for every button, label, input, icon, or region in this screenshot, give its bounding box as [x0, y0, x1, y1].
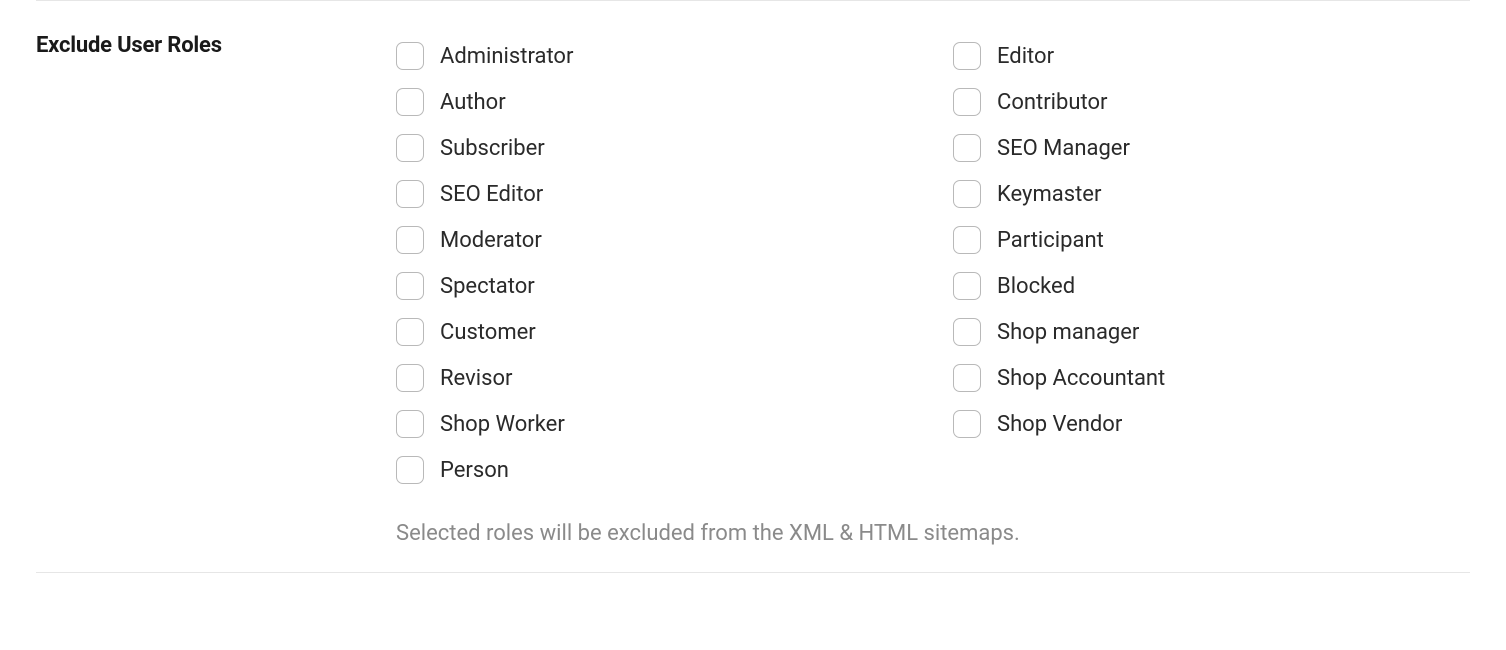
role-item-blocked[interactable]: Blocked [953, 263, 1470, 309]
role-item-shop-worker[interactable]: Shop Worker [396, 401, 913, 447]
role-item-editor[interactable]: Editor [953, 33, 1470, 79]
checkbox-person[interactable] [396, 456, 424, 484]
checkbox-shop-manager[interactable] [953, 318, 981, 346]
role-label: SEO Manager [997, 136, 1130, 161]
role-label: Moderator [440, 228, 542, 253]
role-label: Keymaster [997, 182, 1101, 207]
checkbox-blocked[interactable] [953, 272, 981, 300]
role-item-administrator[interactable]: Administrator [396, 33, 913, 79]
role-label: Shop Accountant [997, 366, 1165, 391]
checkbox-subscriber[interactable] [396, 134, 424, 162]
label-column: Exclude User Roles [36, 33, 396, 58]
role-label: SEO Editor [440, 182, 543, 207]
checkbox-seo-editor[interactable] [396, 180, 424, 208]
role-item-moderator[interactable]: Moderator [396, 217, 913, 263]
checkbox-administrator[interactable] [396, 42, 424, 70]
role-item-person[interactable]: Person [396, 447, 913, 493]
checkbox-spectator[interactable] [396, 272, 424, 300]
divider-bottom [36, 572, 1470, 573]
checkbox-keymaster[interactable] [953, 180, 981, 208]
role-label: Shop Vendor [997, 412, 1122, 437]
role-label: Blocked [997, 274, 1075, 299]
checkbox-moderator[interactable] [396, 226, 424, 254]
role-label: Person [440, 458, 509, 483]
role-label: Editor [997, 44, 1054, 69]
checkbox-participant[interactable] [953, 226, 981, 254]
section-title: Exclude User Roles [36, 33, 396, 58]
role-item-customer[interactable]: Customer [396, 309, 913, 355]
role-label: Spectator [440, 274, 535, 299]
role-item-author[interactable]: Author [396, 79, 913, 125]
role-item-shop-vendor[interactable]: Shop Vendor [953, 401, 1470, 447]
role-label: Customer [440, 320, 536, 345]
helper-text: Selected roles will be excluded from the… [396, 521, 1470, 546]
roles-column-1: Administrator Author Subscriber SEO Edit… [396, 33, 913, 493]
role-label: Contributor [997, 90, 1107, 115]
checkbox-seo-manager[interactable] [953, 134, 981, 162]
checkbox-shop-vendor[interactable] [953, 410, 981, 438]
role-item-subscriber[interactable]: Subscriber [396, 125, 913, 171]
content-column: Administrator Author Subscriber SEO Edit… [396, 33, 1470, 546]
checkbox-shop-accountant[interactable] [953, 364, 981, 392]
role-item-seo-editor[interactable]: SEO Editor [396, 171, 913, 217]
exclude-user-roles-row: Exclude User Roles Administrator Author … [36, 1, 1470, 572]
role-item-shop-accountant[interactable]: Shop Accountant [953, 355, 1470, 401]
roles-column-2: Editor Contributor SEO Manager Keymaster… [953, 33, 1470, 493]
checkbox-author[interactable] [396, 88, 424, 116]
role-label: Shop manager [997, 320, 1139, 345]
checkbox-contributor[interactable] [953, 88, 981, 116]
checkbox-shop-worker[interactable] [396, 410, 424, 438]
checkbox-editor[interactable] [953, 42, 981, 70]
role-item-participant[interactable]: Participant [953, 217, 1470, 263]
role-label: Shop Worker [440, 412, 565, 437]
role-item-contributor[interactable]: Contributor [953, 79, 1470, 125]
role-label: Participant [997, 228, 1104, 253]
checkbox-revisor[interactable] [396, 364, 424, 392]
role-item-spectator[interactable]: Spectator [396, 263, 913, 309]
roles-grid: Administrator Author Subscriber SEO Edit… [396, 33, 1470, 493]
role-item-revisor[interactable]: Revisor [396, 355, 913, 401]
role-label: Revisor [440, 366, 512, 391]
checkbox-customer[interactable] [396, 318, 424, 346]
role-label: Subscriber [440, 136, 545, 161]
role-item-seo-manager[interactable]: SEO Manager [953, 125, 1470, 171]
role-item-keymaster[interactable]: Keymaster [953, 171, 1470, 217]
role-label: Author [440, 90, 506, 115]
role-label: Administrator [440, 44, 573, 69]
role-item-shop-manager[interactable]: Shop manager [953, 309, 1470, 355]
